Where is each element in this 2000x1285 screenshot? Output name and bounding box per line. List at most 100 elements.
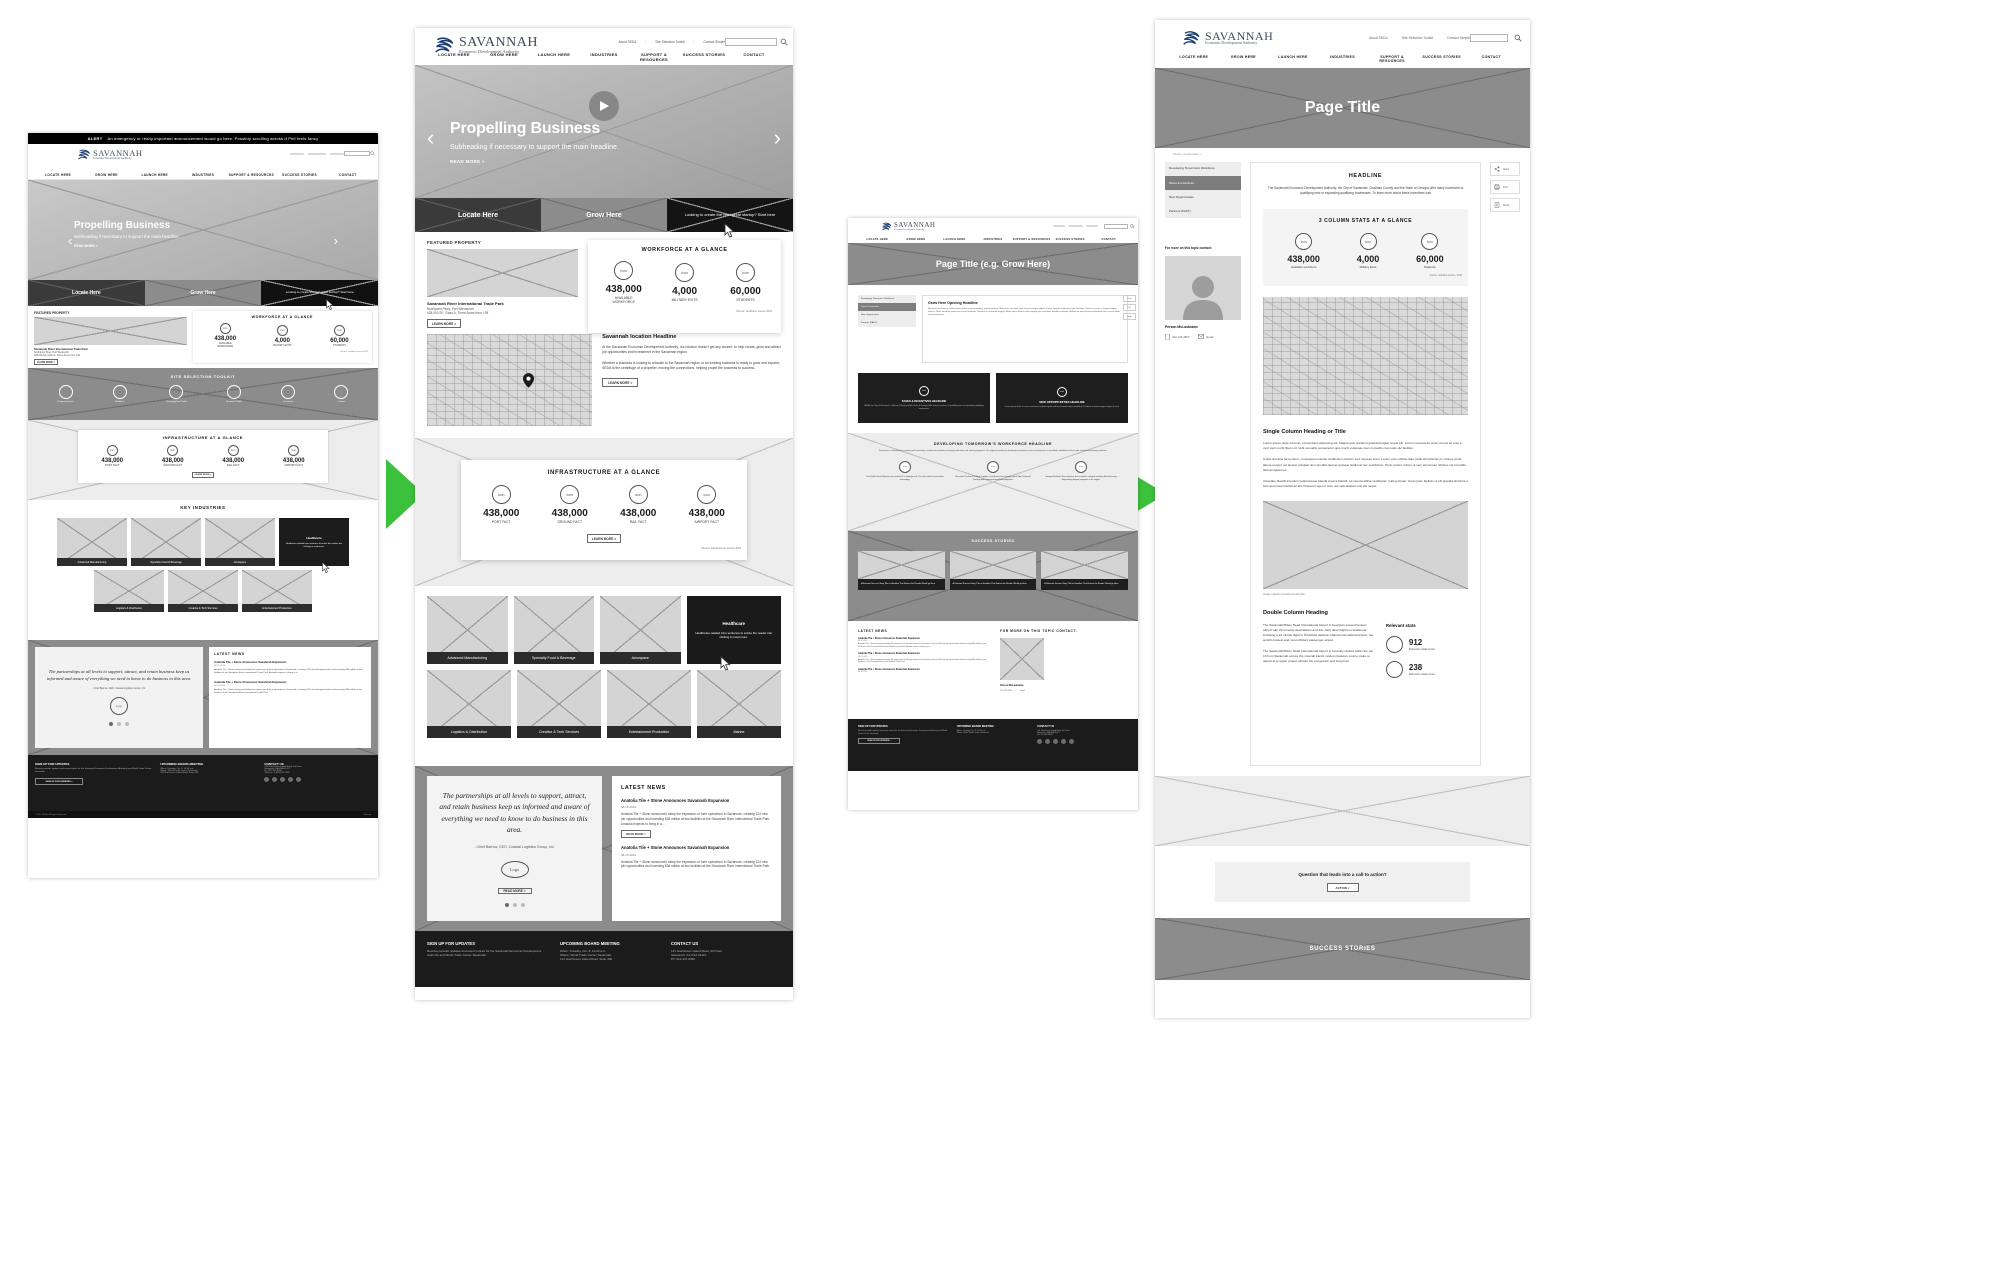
interior-success-card-2[interactable]: A Relevant Success Story Title or Headli… <box>1041 551 1129 590</box>
interior-panel-0[interactable]: icon TAXES & INCENTIVES HEADLINE SEDA, t… <box>858 373 990 423</box>
industry-tile-2[interactable]: Aerospace <box>205 518 275 566</box>
toolkit-item-5[interactable]: Contact <box>334 385 349 403</box>
interior-nav-item-large-0[interactable]: LOCATE HERE <box>1169 55 1219 63</box>
hero-cta[interactable]: READ MORE > <box>74 244 244 248</box>
utility-link-large-1[interactable]: Site Selection Toolkit <box>655 40 684 44</box>
toolkit-item-4[interactable]: Incentives <box>281 385 296 403</box>
interior-search-large[interactable] <box>1470 34 1508 42</box>
interior-nav-item-large-3[interactable]: INDUSTRIES <box>1318 55 1368 63</box>
hero-tile-2[interactable]: Looking to create the next great startup… <box>261 280 378 306</box>
toolkit-item-0[interactable]: Property Search <box>58 385 73 403</box>
interior-sidebar-item-2[interactable]: New Opportunities <box>858 311 916 319</box>
interior-utility-link-1[interactable]: Site Selection Toolkit <box>1402 36 1433 40</box>
interior-nav-item-large-4[interactable]: SUPPORT & RESOURCES <box>1367 55 1417 63</box>
industry-tile-large-3-hover[interactable]: Healthcare Healthcare-related intro sent… <box>686 596 781 664</box>
interior-news-item-2[interactable]: Anatolia Tile + Stone Announces Savannah… <box>858 668 992 673</box>
toolkit-item-3[interactable]: Business Profile <box>226 385 242 403</box>
industry-tile-large-1[interactable]: Specialty Food & Beverage <box>513 596 594 664</box>
footer-sitemap-link[interactable]: Sitemap <box>364 814 371 816</box>
hero-tile-0[interactable]: Locate Here <box>28 280 145 306</box>
interior-sidebar-item-3[interactable]: Partners (FAST) <box>858 319 916 327</box>
interior-footer-social[interactable] <box>1037 739 1128 744</box>
interior-search-small[interactable] <box>1104 224 1128 229</box>
industry-tile-large-5[interactable]: Creative & Tech Services <box>517 670 601 738</box>
industry-tile-3-hover[interactable]: Healthcare Healthcare-related intro sent… <box>279 518 349 566</box>
interior-nav-item-2[interactable]: LAUNCH HERE <box>935 238 974 241</box>
nav-item-1[interactable]: GROW HERE <box>82 173 130 177</box>
hero-prev-arrow-icon[interactable]: ‹ <box>68 233 72 248</box>
interior-success-card-0[interactable]: A Relevant Success Story Title or Headli… <box>858 551 945 590</box>
interior-utility-0[interactable] <box>1053 225 1065 227</box>
toolkit-item-1[interactable]: Workforce <box>112 385 127 403</box>
interior-sidebar-item-0[interactable]: Developing Tomorrow's Workforce <box>858 295 916 303</box>
utility-link-large-0[interactable]: About SEDA <box>618 40 636 44</box>
industry-tile-large-6[interactable]: Entertainment Production <box>607 670 691 738</box>
nav-item-large-2[interactable]: LAUNCH HERE <box>529 52 579 62</box>
interior-utility-1[interactable] <box>1068 225 1083 227</box>
hero-tile-1[interactable]: Grow Here <box>144 280 262 306</box>
news-item-0[interactable]: Anatolia Tile + Stone Announces Savannah… <box>214 660 366 675</box>
footer-signup-button[interactable]: SIGN UP FOR UPDATES > <box>35 778 83 786</box>
interior-nav-item-large-2[interactable]: LAUNCH HERE <box>1268 55 1318 63</box>
interior-logo-large[interactable]: SAVANNAH Economic Development Authority <box>1183 30 1273 46</box>
featured-property-cta[interactable]: LEARN MORE > <box>34 359 58 365</box>
contact-email[interactable]: Email <box>1206 335 1213 339</box>
interior-utility-2[interactable] <box>1086 225 1098 227</box>
industry-tile-large-7[interactable]: Marine <box>697 670 781 738</box>
infrastructure-cta[interactable]: LEARN MORE > <box>192 472 214 478</box>
contact-phone[interactable]: 312-123-4567 <box>1172 335 1189 339</box>
news-item-large-1[interactable]: Anatolia Tile + Stone Announces Savannah… <box>621 845 772 869</box>
interior-nav-item-6[interactable]: CONTACT <box>1089 238 1128 241</box>
interior-nav-item-large-5[interactable]: SUCCESS STORIES <box>1417 55 1467 63</box>
interior-success-card-1[interactable]: A Relevant Success Story Title or Headli… <box>949 551 1037 590</box>
interior-nav-item-5[interactable]: SUCCESS STORIES <box>1051 238 1090 241</box>
industry-tile-1[interactable]: Specialty Food & Beverage <box>131 518 201 566</box>
nav-item-large-0[interactable]: LOCATE HERE <box>429 52 479 62</box>
search-input[interactable] <box>344 151 370 156</box>
interior-sidebar-item-1[interactable]: Taxes & Incentives <box>858 303 916 311</box>
site-logo[interactable]: SAVANNAH Economic Development Authority <box>78 149 143 160</box>
news-item-large-0[interactable]: Anatolia Tile + Stone Announces Savannah… <box>621 798 772 839</box>
interior-utility-link-0[interactable]: About SEDA <box>1369 36 1388 40</box>
nav-item-4[interactable]: SUPPORT & RESOURCES <box>227 173 275 177</box>
share-tool-print[interactable]: Print <box>1490 180 1520 194</box>
interior-nav-item-4[interactable]: SUPPORT & RESOURCES <box>1012 238 1051 241</box>
industry-tile-large-2[interactable]: Aerospace <box>600 596 681 664</box>
interior-nav-item-0[interactable]: LOCATE HERE <box>858 238 897 241</box>
location-cta[interactable]: LEARN MORE > <box>602 378 639 388</box>
interior-contact-email-small[interactable]: Email <box>1020 690 1025 692</box>
utility-link-large-2[interactable]: Contact Simple <box>703 40 725 44</box>
search-input-large[interactable] <box>725 38 777 46</box>
share-tool-media[interactable]: Media <box>1490 198 1520 212</box>
news-item-1[interactable]: Anatolia Tile + Stone Announces Savannah… <box>214 680 366 695</box>
share-tool-0[interactable]: Share <box>1123 295 1136 302</box>
news-cta-large-0[interactable]: READ MORE > <box>621 830 651 839</box>
nav-item-large-3[interactable]: INDUSTRIES <box>579 52 629 62</box>
industry-tile-5[interactable]: Creative & Tech Services <box>168 570 238 612</box>
toolkit-item-2[interactable]: Demographics Profile <box>166 385 187 403</box>
interior-nav-item-3[interactable]: INDUSTRIES <box>974 238 1013 241</box>
interior-nav-item-large-1[interactable]: GROW HERE <box>1219 55 1269 63</box>
interior-footer-signup-button[interactable]: SIGN UP FOR UPDATES > <box>858 738 900 745</box>
hero-play-button[interactable] <box>589 91 619 121</box>
nav-item-3[interactable]: INDUSTRIES <box>179 173 227 177</box>
footer-social[interactable] <box>264 777 371 782</box>
interior-contact-phone-small[interactable]: 312-123-4567 <box>1000 690 1012 692</box>
interior-news-item-0[interactable]: Anatolia Tile + Stone Announces Savannah… <box>858 637 992 648</box>
interior-logo-small[interactable]: SAVANNAH Economic Development Authority <box>882 222 935 231</box>
utility-link-1[interactable] <box>290 153 304 155</box>
interior-panel-1[interactable]: icon NEW OPPORTUNITIES HEADLINE Lorem ip… <box>996 373 1128 423</box>
utility-link-2[interactable] <box>308 153 326 155</box>
location-map[interactable] <box>427 334 593 426</box>
nav-item-large-5[interactable]: SUCCESS STORIES <box>679 52 729 62</box>
interior-utility-link-2[interactable]: Contact Simple <box>1447 36 1470 40</box>
sidebar-item-new-opportunities[interactable]: New Opportunities <box>1165 189 1241 204</box>
nav-item-large-1[interactable]: GROW HERE <box>479 52 529 62</box>
infrastructure-cta-large[interactable]: LEARN MORE > <box>587 534 621 543</box>
breadcrumb[interactable]: Home > Grow Here > <box>1155 148 1530 156</box>
nav-item-0[interactable]: LOCATE HERE <box>34 173 82 177</box>
industry-tile-large-0[interactable]: Advanced Manufacturing <box>427 596 508 664</box>
industry-tile-0[interactable]: Advanced Manufacturing <box>57 518 127 566</box>
interior-nav-item-large-6[interactable]: CONTACT <box>1466 55 1516 63</box>
hero-tile-large-1[interactable]: Grow Here <box>541 198 667 232</box>
